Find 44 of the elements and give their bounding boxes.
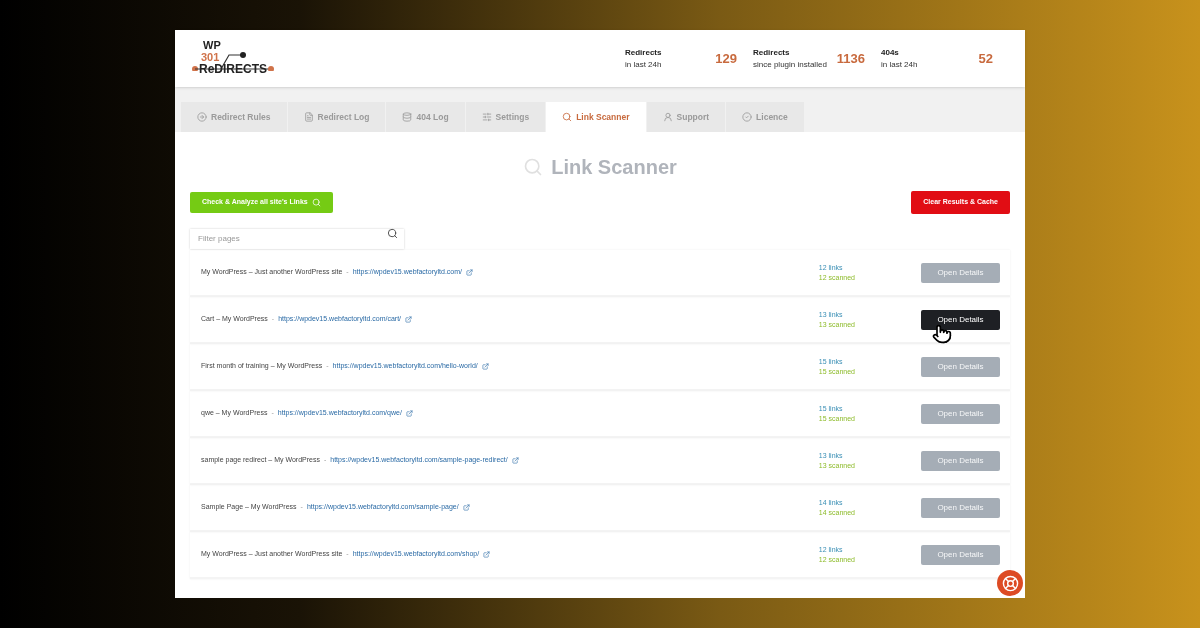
stat-caption: since plugin installed — [753, 58, 827, 71]
search-icon — [387, 228, 398, 239]
open-details-button[interactable]: Open Details — [921, 262, 1000, 283]
open-details-button[interactable]: Open Details — [921, 450, 1000, 471]
tab[interactable]: Licence — [726, 102, 804, 132]
page-title: Link Scanner — [551, 155, 677, 180]
arrow-circle-icon — [197, 112, 207, 122]
external-link-icon — [481, 363, 489, 370]
person-icon — [662, 112, 673, 122]
external-link-icon — [405, 316, 413, 323]
open-details-button[interactable]: Open Details — [921, 544, 1000, 565]
document-icon — [303, 112, 314, 122]
database-icon — [402, 112, 413, 122]
open-details-button[interactable]: Open Details — [921, 356, 1000, 377]
external-link-icon — [405, 410, 413, 417]
external-link-icon — [462, 504, 470, 511]
external-link-icon — [511, 457, 519, 464]
tab[interactable]: Support — [646, 102, 726, 132]
stat-value: 129 — [715, 49, 737, 68]
stat-label: 404s — [881, 46, 900, 59]
tab[interactable]: Redirect Log — [287, 102, 386, 132]
search-icon — [523, 157, 544, 177]
stat-label: Redirects — [625, 46, 662, 59]
tab[interactable]: Link Scanner — [546, 102, 646, 132]
filter-field[interactable]: Filter pages — [190, 228, 404, 249]
stat-value: 52 — [978, 49, 993, 68]
stat-caption: in last 24h — [625, 58, 662, 71]
open-details-button[interactable]: Open Details — [921, 403, 1000, 424]
sliders-icon — [481, 112, 492, 122]
lifebuoy-icon — [1001, 574, 1019, 592]
tab[interactable]: Redirect Rules — [181, 102, 287, 132]
logo-name: ReDIRECTS — [199, 62, 267, 75]
open-details-button[interactable]: Open Details — [921, 309, 1000, 330]
stat-label: Redirects — [753, 46, 791, 59]
search-icon — [562, 112, 573, 122]
tab[interactable]: 404 Log — [386, 102, 465, 132]
open-details-button[interactable]: Open Details — [921, 497, 1000, 518]
tab[interactable]: Settings — [465, 102, 546, 132]
external-link-icon — [483, 551, 491, 558]
stat-caption: in last 24h — [881, 58, 918, 71]
stat-value: 1136 — [836, 49, 865, 68]
check-circle-icon — [742, 112, 753, 122]
search-icon — [311, 198, 321, 207]
external-link-icon — [466, 269, 474, 276]
